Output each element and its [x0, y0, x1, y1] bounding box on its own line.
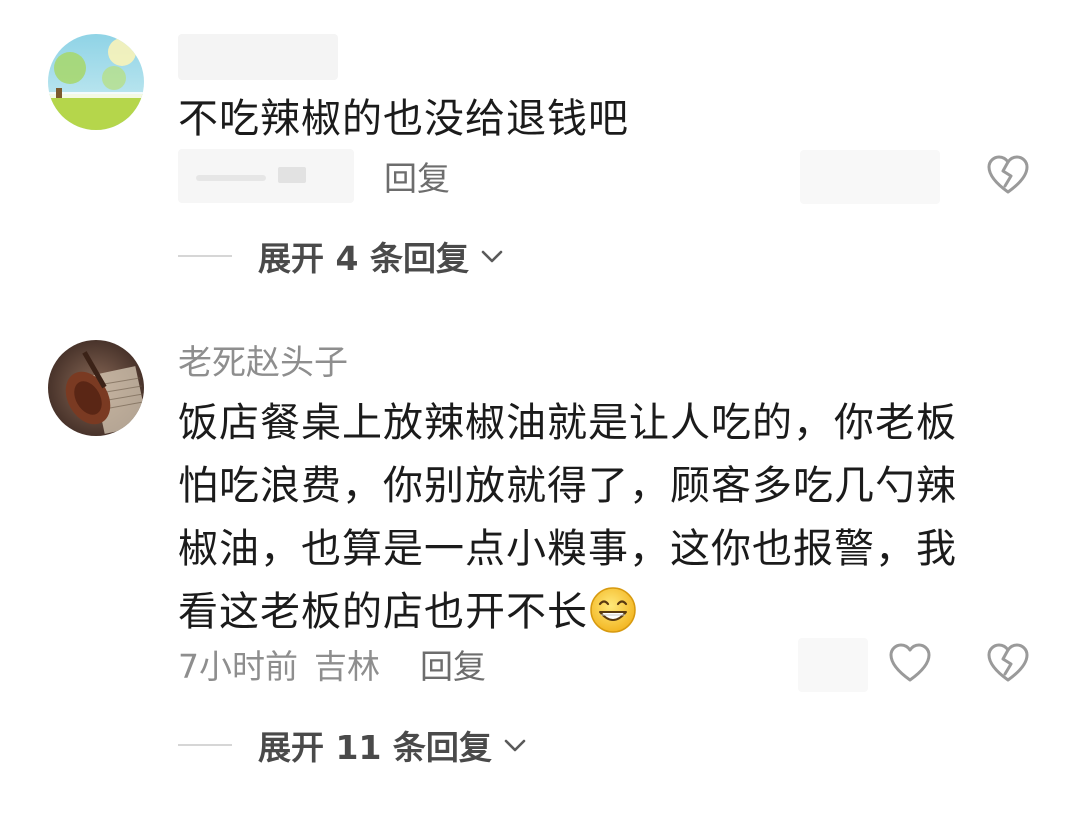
comment-text-line: 椒油，也算是一点小糗事，这你也报警，我: [178, 526, 957, 572]
heart-icon: [889, 643, 931, 682]
broken-heart-icon: [987, 643, 1029, 682]
comment-time: 7小时前: [178, 647, 298, 686]
comment-location: 吉林: [314, 647, 380, 686]
comment-item: 不吃辣椒的也没给退钱吧 回复 展开 4 条回复: [0, 0, 1080, 300]
comment-meta: 回复: [178, 149, 450, 203]
expand-replies-label: 展开 11 条回复: [258, 728, 492, 767]
comment-text-line: 不吃辣椒的也没给退钱吧: [178, 96, 629, 142]
comment-text: 不吃辣椒的也没给退钱吧: [178, 88, 1038, 151]
reply-button[interactable]: 回复: [384, 152, 450, 200]
expand-replies-label: 展开 4 条回复: [258, 239, 469, 278]
comment-meta: 7小时前 吉林 回复: [178, 640, 486, 688]
comment-text: 饭店餐桌上放辣椒油就是让人吃的，你老板 怕吃浪费，你别放就得了，顾客多吃几勺辣 …: [178, 392, 1038, 644]
avatar[interactable]: [48, 340, 144, 436]
like-button[interactable]: [888, 642, 932, 686]
comment-text-line: 看这老板的店也开不长: [178, 589, 588, 635]
comment-text-last-line: 看这老板的店也开不长: [178, 581, 1038, 644]
divider: [178, 255, 232, 257]
meta-info: [178, 149, 354, 203]
username[interactable]: 老死赵头子: [178, 342, 348, 384]
username[interactable]: [178, 34, 338, 80]
dislike-button[interactable]: [986, 642, 1030, 686]
chevron-down-icon: [504, 739, 526, 752]
reply-button[interactable]: 回复: [420, 640, 486, 688]
meta-placeholder: [798, 638, 868, 692]
dislike-button[interactable]: [986, 154, 1030, 198]
broken-heart-icon: [987, 155, 1029, 194]
comment-text-line: 怕吃浪费，你别放就得了，顾客多吃几勺辣: [178, 463, 957, 509]
avatar[interactable]: [48, 34, 144, 130]
comment-item: 老死赵头子 饭店餐桌上放辣椒油就是让人吃的，你老板 怕吃浪费，你别放就得了，顾客…: [0, 320, 1080, 800]
expand-replies-button[interactable]: 展开 11 条回复: [178, 722, 528, 768]
grinning-face-emoji: [590, 587, 636, 633]
comment-text-line: 饭店餐桌上放辣椒油就是让人吃的，你老板: [178, 400, 957, 446]
expand-replies-button[interactable]: 展开 4 条回复: [178, 233, 505, 279]
meta-placeholder: [800, 150, 940, 204]
chevron-down-icon: [481, 250, 503, 263]
divider: [178, 744, 232, 746]
